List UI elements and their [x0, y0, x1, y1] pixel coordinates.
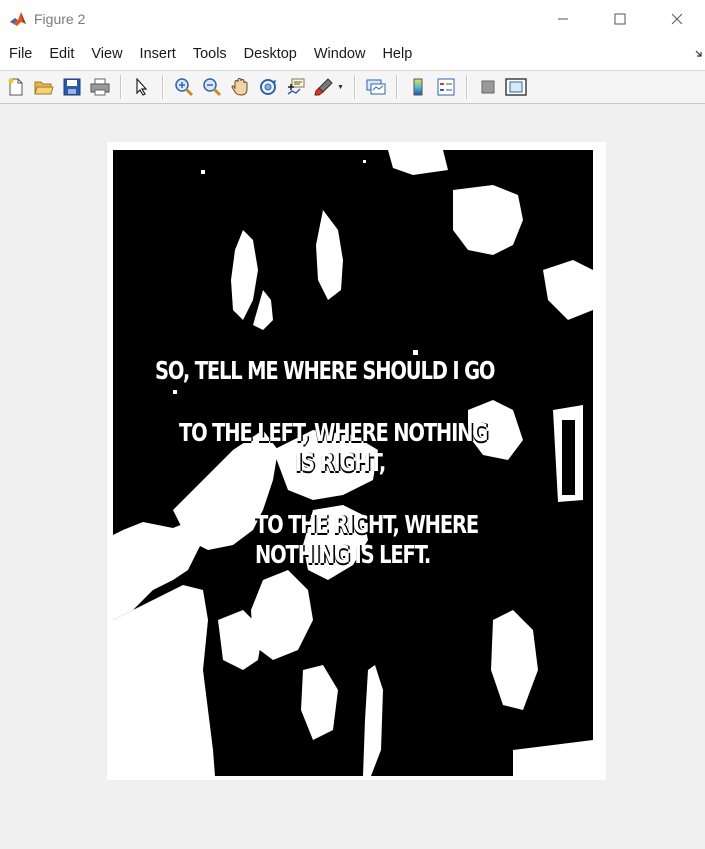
toolbar-separator — [396, 75, 397, 99]
menu-window[interactable]: Window — [305, 46, 366, 62]
rotate-3d-icon[interactable] — [256, 75, 280, 99]
print-icon[interactable] — [88, 75, 112, 99]
image-text-line-2: TO THE LEFT, WHERE NOTHING — [179, 418, 488, 447]
image-text-line-1: SO, TELL ME WHERE SHOULD I GO — [155, 356, 495, 385]
legend-icon[interactable] — [434, 75, 458, 99]
save-icon[interactable] — [60, 75, 84, 99]
brush-icon[interactable]: ▼ — [312, 75, 346, 99]
pan-hand-icon[interactable] — [228, 75, 252, 99]
menu-file[interactable]: File — [0, 46, 32, 62]
toolbar-separator — [354, 75, 355, 99]
zoom-out-icon[interactable] — [200, 75, 224, 99]
matlab-logo-icon — [9, 10, 27, 28]
window-controls — [534, 0, 705, 38]
zoom-in-icon[interactable] — [172, 75, 196, 99]
minimize-button[interactable] — [534, 0, 591, 38]
image-text-line-3: IS RIGHT, — [295, 448, 386, 477]
menu-help[interactable]: Help — [373, 46, 412, 62]
image-text-line-4: TO THE RIGHT, WHERE — [255, 510, 479, 539]
data-cursor-icon[interactable] — [284, 75, 308, 99]
menu-view[interactable]: View — [82, 46, 122, 62]
title-bar[interactable]: Figure 2 — [0, 0, 705, 38]
toolbar-separator — [162, 75, 163, 99]
menu-edit[interactable]: Edit — [40, 46, 74, 62]
close-button[interactable] — [648, 0, 705, 38]
edit-plot-arrow-icon[interactable] — [130, 75, 154, 99]
colorbar-icon[interactable] — [406, 75, 430, 99]
window-title: Figure 2 — [34, 11, 86, 27]
link-plot-icon[interactable] — [364, 75, 388, 99]
menu-insert[interactable]: Insert — [131, 46, 176, 62]
toolbar-separator — [120, 75, 121, 99]
menu-bar: File Edit View Insert Tools Desktop Wind… — [0, 38, 705, 70]
menu-desktop[interactable]: Desktop — [235, 46, 297, 62]
figure-toolbar: ▼ — [0, 70, 705, 104]
brush-dropdown-icon[interactable]: ▼ — [337, 84, 344, 91]
matlab-figure-window: Figure 2 File Edit View Insert Tools Des… — [0, 0, 705, 849]
show-plot-tools-icon[interactable] — [504, 75, 528, 99]
maximize-button[interactable] — [591, 0, 648, 38]
open-file-icon[interactable] — [32, 75, 56, 99]
new-figure-icon[interactable] — [4, 75, 28, 99]
figure-canvas[interactable]: SO, TELL ME WHERE SHOULD I GO TO THE LEF… — [0, 104, 705, 849]
menu-tools[interactable]: Tools — [184, 46, 227, 62]
toolbar-separator — [466, 75, 467, 99]
axes[interactable]: SO, TELL ME WHERE SHOULD I GO TO THE LEF… — [107, 142, 606, 780]
hide-plot-tools-icon[interactable] — [476, 75, 500, 99]
image-text-line-5: NOTHING IS LEFT. — [255, 540, 431, 569]
dock-arrow-icon[interactable] — [695, 50, 703, 60]
